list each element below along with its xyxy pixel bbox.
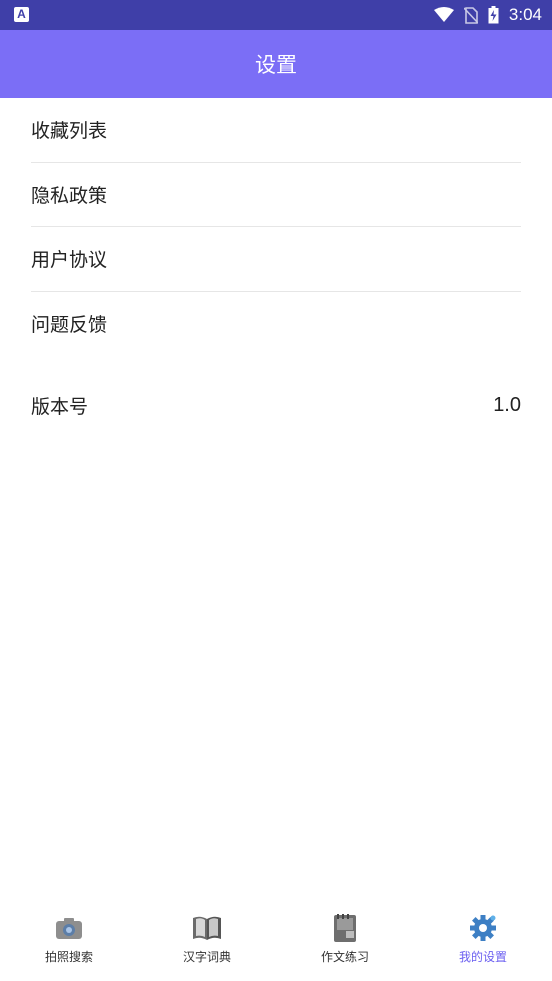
settings-item-feedback[interactable]: 问题反馈 [31,292,521,357]
nav-label: 拍照搜索 [44,950,93,964]
settings-item-user-agreement[interactable]: 用户协议 [31,227,521,292]
version-label: 版本号 [31,395,89,418]
app-notification-icon: A [14,7,29,22]
version-value: 1.0 [493,393,521,416]
settings-item-label: 隐私政策 [31,184,108,207]
settings-item-label: 收藏列表 [31,120,108,143]
version-row: 版本号 1.0 [31,377,521,433]
camera-icon [54,913,84,943]
status-time: 3:04 [508,5,542,24]
nav-item-my-settings[interactable]: 我的设置 [414,899,552,981]
nav-item-photo-search[interactable]: 拍照搜索 [0,899,138,981]
notebook-icon [330,913,360,943]
status-icons: 3:04 [433,0,542,30]
nav-label: 作文练习 [320,950,369,964]
settings-list: 收藏列表 隐私政策 用户协议 问题反馈 [0,98,552,356]
status-bar: A 3:04 [0,0,552,30]
settings-item-label: 问题反馈 [31,314,108,337]
book-icon [192,913,222,943]
bottom-nav: 拍照搜索 汉字词典 作文练习 我的设置 [0,899,552,981]
wifi-icon [433,7,454,22]
nav-item-dictionary[interactable]: 汉字词典 [138,899,276,981]
gear-icon [468,913,498,943]
nav-label: 汉字词典 [182,950,231,964]
nav-item-essay-practice[interactable]: 作文练习 [276,899,414,981]
settings-item-privacy-policy[interactable]: 隐私政策 [31,163,521,227]
no-sim-icon [463,6,478,24]
page-title: 设置 [255,53,297,77]
app-header: 设置 [0,30,552,98]
settings-item-label: 用户协议 [31,249,108,272]
settings-item-favorites[interactable]: 收藏列表 [31,98,521,163]
battery-charging-icon [488,6,499,24]
nav-label: 我的设置 [458,950,507,964]
